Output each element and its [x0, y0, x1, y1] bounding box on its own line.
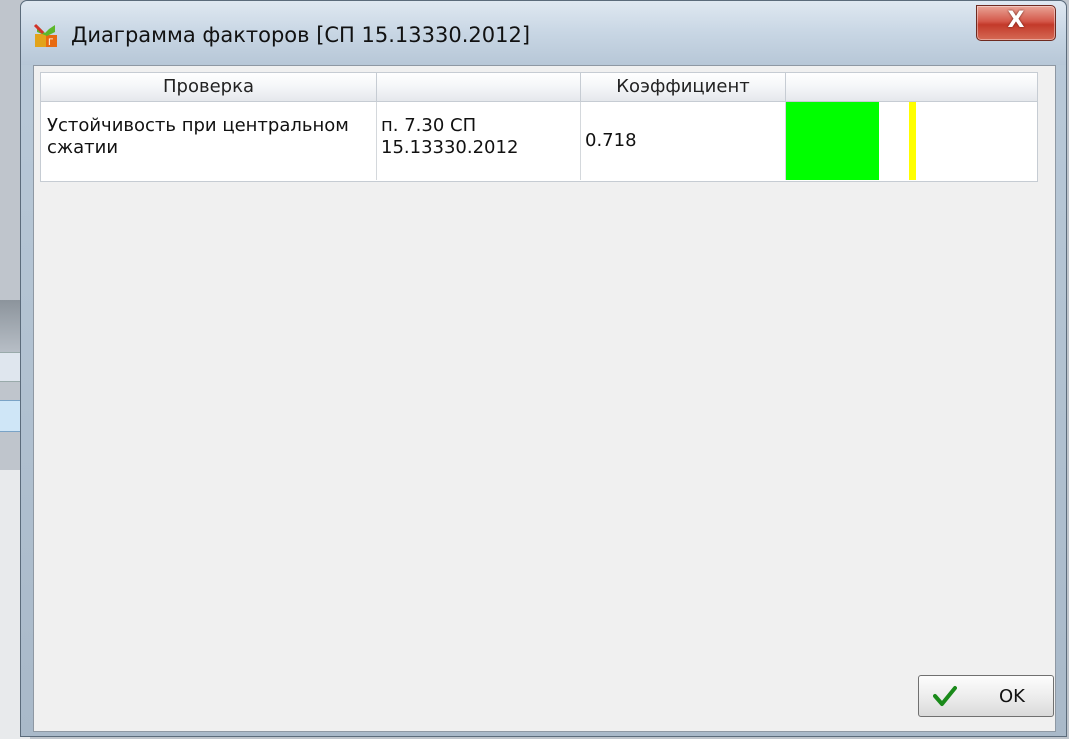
check-name: Устойчивость при центральном сжатии [47, 115, 349, 158]
window-title: Диаграмма факторов [СП 15.13330.2012] [71, 23, 531, 47]
ok-button[interactable]: OK [918, 675, 1054, 717]
table-row[interactable]: Устойчивость при центральном сжатии п. 7… [40, 102, 1038, 182]
app-icon: Г [33, 23, 57, 48]
close-button[interactable]: X [976, 5, 1056, 41]
title-bar[interactable]: Г Диаграмма факторов [СП 15.13330.2012] … [21, 1, 1066, 65]
close-icon: X [1007, 8, 1025, 33]
factor-diagram-dialog: Г Диаграмма факторов [СП 15.13330.2012] … [20, 0, 1067, 737]
ok-label: OK [999, 686, 1025, 707]
dialog-client-area: Проверка Коэффициент Устойчивость при це… [33, 65, 1056, 732]
cell-reference: п. 7.30 СП 15.13330.2012 [377, 102, 581, 180]
column-header-reference[interactable] [377, 73, 581, 101]
column-header-coefficient[interactable]: Коэффициент [581, 73, 786, 101]
svg-text:Г: Г [48, 38, 54, 48]
table-header: Проверка Коэффициент [40, 72, 1038, 102]
cell-check: Устойчивость при центральном сжатии [41, 102, 377, 180]
factor-bar [786, 102, 879, 180]
reference-text: п. 7.30 СП 15.13330.2012 [381, 115, 519, 158]
cell-diagram [786, 102, 1037, 180]
limit-line [909, 102, 916, 180]
coefficient-value: 0.718 [585, 130, 637, 151]
cell-coefficient: 0.718 [581, 102, 786, 180]
column-header-check[interactable]: Проверка [41, 73, 377, 101]
checkmark-icon [933, 686, 957, 706]
column-header-diagram[interactable] [786, 73, 1037, 101]
